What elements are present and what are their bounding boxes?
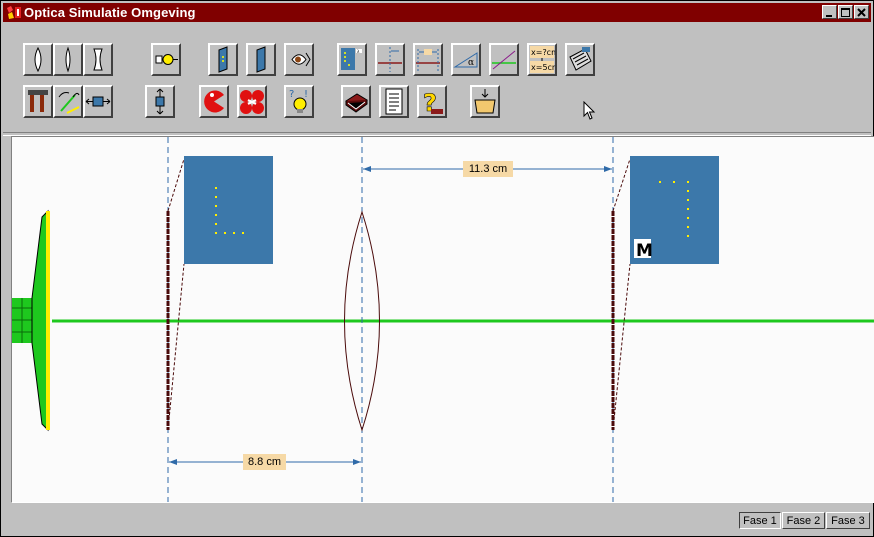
split-button[interactable]: [237, 85, 267, 118]
window-title: Optica Simulatie Omgeving: [24, 5, 196, 20]
eater-button[interactable]: [199, 85, 229, 118]
mouse-cursor: [583, 101, 596, 120]
calculate-x-button[interactable]: x=?cm x=5cm: [527, 43, 557, 76]
open-folder-icon: [474, 89, 496, 114]
angle-button[interactable]: α: [451, 43, 481, 76]
fase-1-button[interactable]: Fase 1: [739, 512, 781, 529]
eye-icon: [291, 52, 311, 67]
move-horizontal-icon: [85, 96, 111, 107]
fase-2-button[interactable]: Fase 2: [782, 512, 825, 529]
fase-1-label: Fase 1: [743, 515, 777, 527]
eater-icon: [204, 90, 224, 113]
help-button[interactable]: ?: [417, 85, 447, 118]
document-button[interactable]: [379, 85, 409, 118]
svg-text:!: !: [304, 89, 308, 100]
concave-lens-button[interactable]: [83, 43, 113, 76]
ray-line-icon: [492, 50, 516, 70]
measure-distance-button[interactable]: [413, 43, 443, 76]
svg-text:x=5cm: x=5cm: [531, 63, 555, 72]
object-grid-button[interactable]: λ: [337, 43, 367, 76]
maximize-button[interactable]: [838, 5, 853, 19]
split-icon: [240, 90, 264, 114]
focal-distance-button[interactable]: [375, 43, 405, 76]
svg-text:α: α: [468, 58, 474, 68]
ray-line-button[interactable]: [489, 43, 519, 76]
focal-distance-icon: [378, 47, 402, 72]
calculator-button[interactable]: [565, 43, 595, 76]
calculate-x-icon: x=?cm x=5cm: [530, 46, 555, 73]
image-marker: M: [636, 241, 653, 261]
open-folder-button[interactable]: [470, 85, 500, 118]
svg-text:x=?cm: x=?cm: [531, 48, 555, 57]
convex-lens-button[interactable]: [23, 43, 53, 76]
app-icon: [6, 5, 22, 20]
tools-icon: [28, 90, 48, 112]
close-button[interactable]: [854, 5, 869, 19]
screen-plain-button[interactable]: [246, 43, 276, 76]
help-icon: ?: [423, 89, 443, 116]
rotate-icon: [58, 92, 80, 114]
object-grid-icon: λ: [341, 48, 362, 70]
hint-bulb-button[interactable]: ?!: [284, 85, 314, 118]
distance-label-object: 8.8 cm: [243, 454, 286, 470]
angle-icon: α: [453, 52, 478, 68]
screen-plain-icon: [256, 46, 266, 73]
move-vertical-button[interactable]: [145, 85, 175, 118]
distance-label-image: 11.3 cm: [463, 161, 513, 177]
light-source[interactable]: [12, 209, 50, 432]
book-button[interactable]: [341, 85, 371, 118]
minimize-button[interactable]: [822, 5, 837, 19]
rotate-button[interactable]: [53, 85, 83, 118]
fase-3-button[interactable]: Fase 3: [826, 512, 870, 529]
screen-button[interactable]: [208, 43, 238, 76]
app-window: Optica Simulatie Omgeving λ α x=?cm x=5c…: [0, 0, 874, 537]
document-icon: [385, 88, 403, 115]
convex-lens-thin-icon: [65, 46, 71, 73]
hint-bulb-icon: ?!: [289, 89, 308, 113]
move-horizontal-button[interactable]: [83, 85, 113, 118]
lamp-icon: [155, 54, 178, 65]
fase-3-label: Fase 3: [831, 515, 865, 527]
measure-distance-icon: [416, 49, 440, 72]
screen-icon: [218, 46, 228, 73]
image-screen[interactable]: M: [611, 156, 719, 431]
book-icon: [345, 93, 368, 113]
object-slide[interactable]: [166, 156, 273, 431]
lamp-button[interactable]: [151, 43, 181, 76]
fase-2-label: Fase 2: [786, 515, 821, 527]
move-vertical-icon: [155, 88, 165, 115]
status-bar: Fase 1 Fase 2 Fase 3: [3, 506, 871, 534]
optics-drawing: M: [12, 137, 874, 502]
convex-lens-icon: [34, 46, 42, 73]
calculator-icon: [569, 47, 592, 71]
title-bar: Optica Simulatie Omgeving: [3, 3, 871, 22]
simulation-canvas[interactable]: M 11.3 cm 8.8 cm: [11, 136, 874, 503]
toolbar: λ α x=?cm x=5cm: [3, 23, 871, 133]
convex-lens-thin-button[interactable]: [53, 43, 83, 76]
svg-text:?: ?: [289, 89, 294, 100]
tools-button[interactable]: [23, 85, 53, 118]
eye-button[interactable]: [284, 43, 314, 76]
concave-lens-icon: [93, 48, 103, 71]
